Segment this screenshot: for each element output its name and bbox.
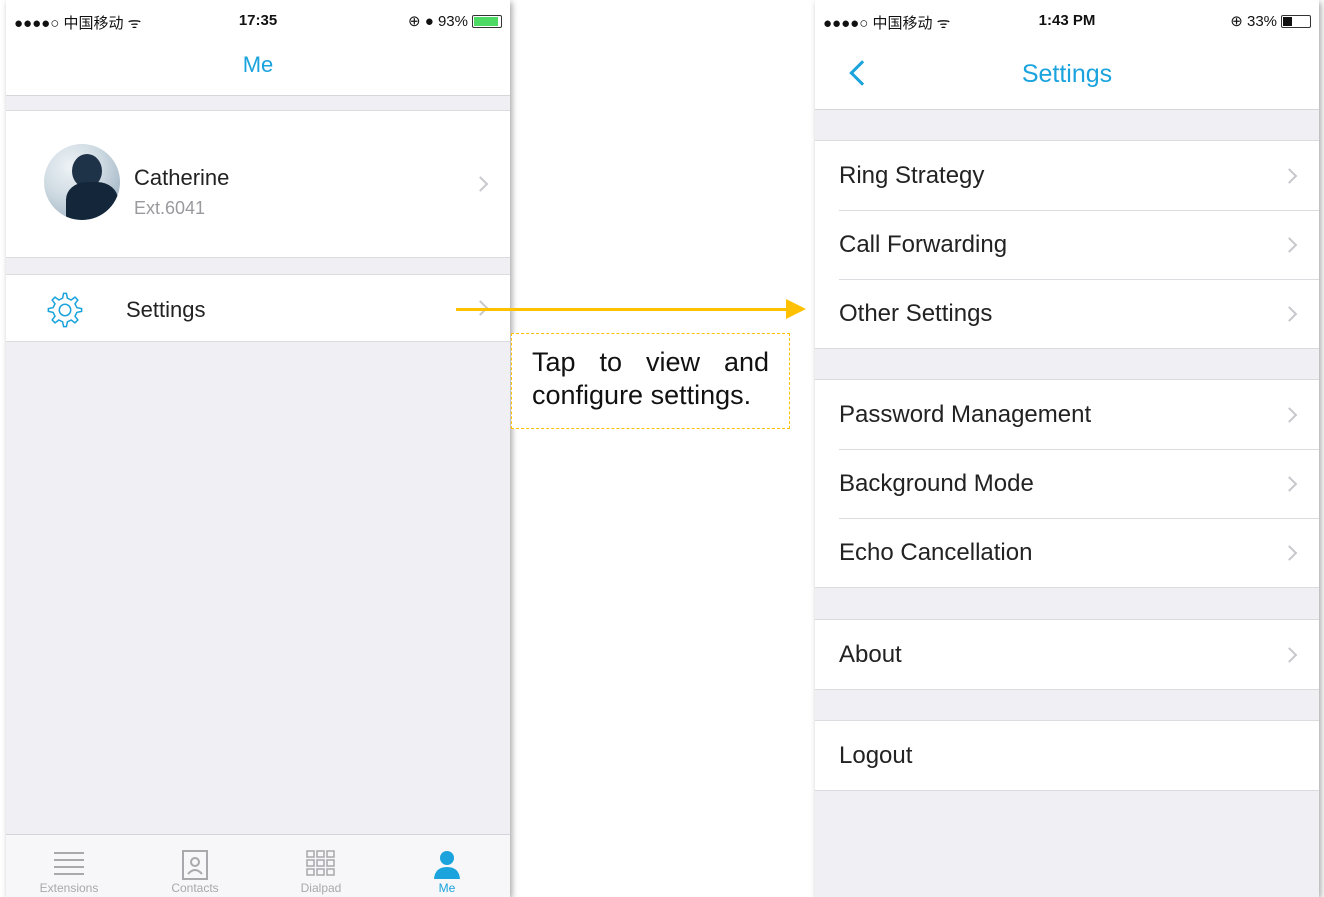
annotation-arrow: [456, 308, 792, 311]
chevron-right-icon: [1281, 236, 1298, 253]
tab-label: Contacts: [171, 881, 219, 895]
chevron-right-icon: [1281, 646, 1298, 663]
status-right: ⊕ ● 93%: [408, 12, 502, 30]
status-bar: ●●●●○ 中国移动 ᯤ 1:43 PM ⊕ 33%: [815, 0, 1319, 40]
battery-icon: [1281, 14, 1311, 28]
avatar: [44, 144, 120, 220]
chevron-right-icon: [1281, 167, 1298, 184]
settings-row-other-settings[interactable]: Other Settings: [815, 279, 1319, 348]
page-title: Me: [242, 52, 274, 77]
settings-row[interactable]: Settings: [6, 274, 510, 342]
page-title: Settings: [1021, 60, 1113, 88]
tab-dialpad[interactable]: Dialpad: [258, 835, 384, 897]
row-label: Echo Cancellation: [839, 538, 1033, 566]
settings-group-4: Logout: [815, 720, 1319, 791]
battery-icon: [472, 14, 502, 28]
arrow-head-icon: [786, 299, 806, 319]
dialpad-icon: [306, 850, 335, 876]
chevron-right-icon: [1281, 544, 1298, 561]
logout-button[interactable]: Logout: [815, 721, 1319, 790]
settings-group-2: Password Management Background Mode Echo…: [815, 379, 1319, 588]
settings-group-1: Ring Strategy Call Forwarding Other Sett…: [815, 140, 1319, 349]
profile-card[interactable]: Catherine Ext.6041: [6, 110, 510, 258]
row-label: Background Mode: [839, 469, 1034, 497]
settings-row-echo-cancellation[interactable]: Echo Cancellation: [815, 518, 1319, 587]
row-label: Ring Strategy: [839, 161, 985, 189]
tab-label: Me: [438, 881, 456, 895]
chevron-right-icon: [472, 176, 489, 192]
status-indicators: ⊕ 33%: [1230, 13, 1277, 30]
tab-bar: Extensions Contacts Dialpad Me: [6, 834, 510, 897]
settings-row-background-mode[interactable]: Background Mode: [815, 449, 1319, 518]
row-label: Other Settings: [839, 299, 993, 327]
status-right: ⊕ 33%: [1230, 12, 1311, 30]
settings-row-call-forwarding[interactable]: Call Forwarding: [815, 210, 1319, 279]
tab-extensions[interactable]: Extensions: [6, 835, 132, 897]
settings-screen: ●●●●○ 中国移动 ᯤ 1:43 PM ⊕ 33% Settings Ring…: [815, 0, 1319, 897]
gear-icon: [47, 292, 83, 328]
row-label: About: [839, 640, 902, 668]
chevron-right-icon: [1281, 406, 1298, 423]
list-icon: [54, 852, 84, 875]
nav-bar: Settings: [815, 40, 1319, 110]
row-label: Call Forwarding: [839, 230, 1008, 258]
status-indicators: ⊕ ● 93%: [408, 13, 468, 30]
tab-contacts[interactable]: Contacts: [132, 835, 258, 897]
tab-label: Extensions: [39, 881, 99, 895]
status-bar: ●●●●○ 中国移动 ᯤ 17:35 ⊕ ● 93%: [6, 0, 510, 40]
annotation-note: Tap to view and configure settings.: [511, 333, 790, 429]
row-label: Password Management: [839, 400, 1092, 428]
profile-extension: Ext.6041: [134, 198, 206, 218]
profile-name: Catherine: [134, 165, 230, 190]
chevron-right-icon: [1281, 305, 1298, 322]
tab-me[interactable]: Me: [384, 835, 510, 897]
settings-row-about[interactable]: About: [815, 620, 1319, 689]
me-screen: ●●●●○ 中国移动 ᯤ 17:35 ⊕ ● 93% Me Catherine …: [6, 0, 510, 897]
row-label: Logout: [839, 741, 913, 769]
tab-label: Dialpad: [300, 881, 342, 895]
settings-row-password-management[interactable]: Password Management: [815, 380, 1319, 449]
person-icon: [434, 851, 460, 879]
settings-group-3: About: [815, 619, 1319, 690]
contacts-icon: [182, 850, 208, 880]
settings-row-ring-strategy[interactable]: Ring Strategy: [815, 141, 1319, 210]
settings-label: Settings: [126, 297, 206, 322]
nav-bar: Me: [6, 40, 510, 96]
chevron-right-icon: [1281, 475, 1298, 492]
